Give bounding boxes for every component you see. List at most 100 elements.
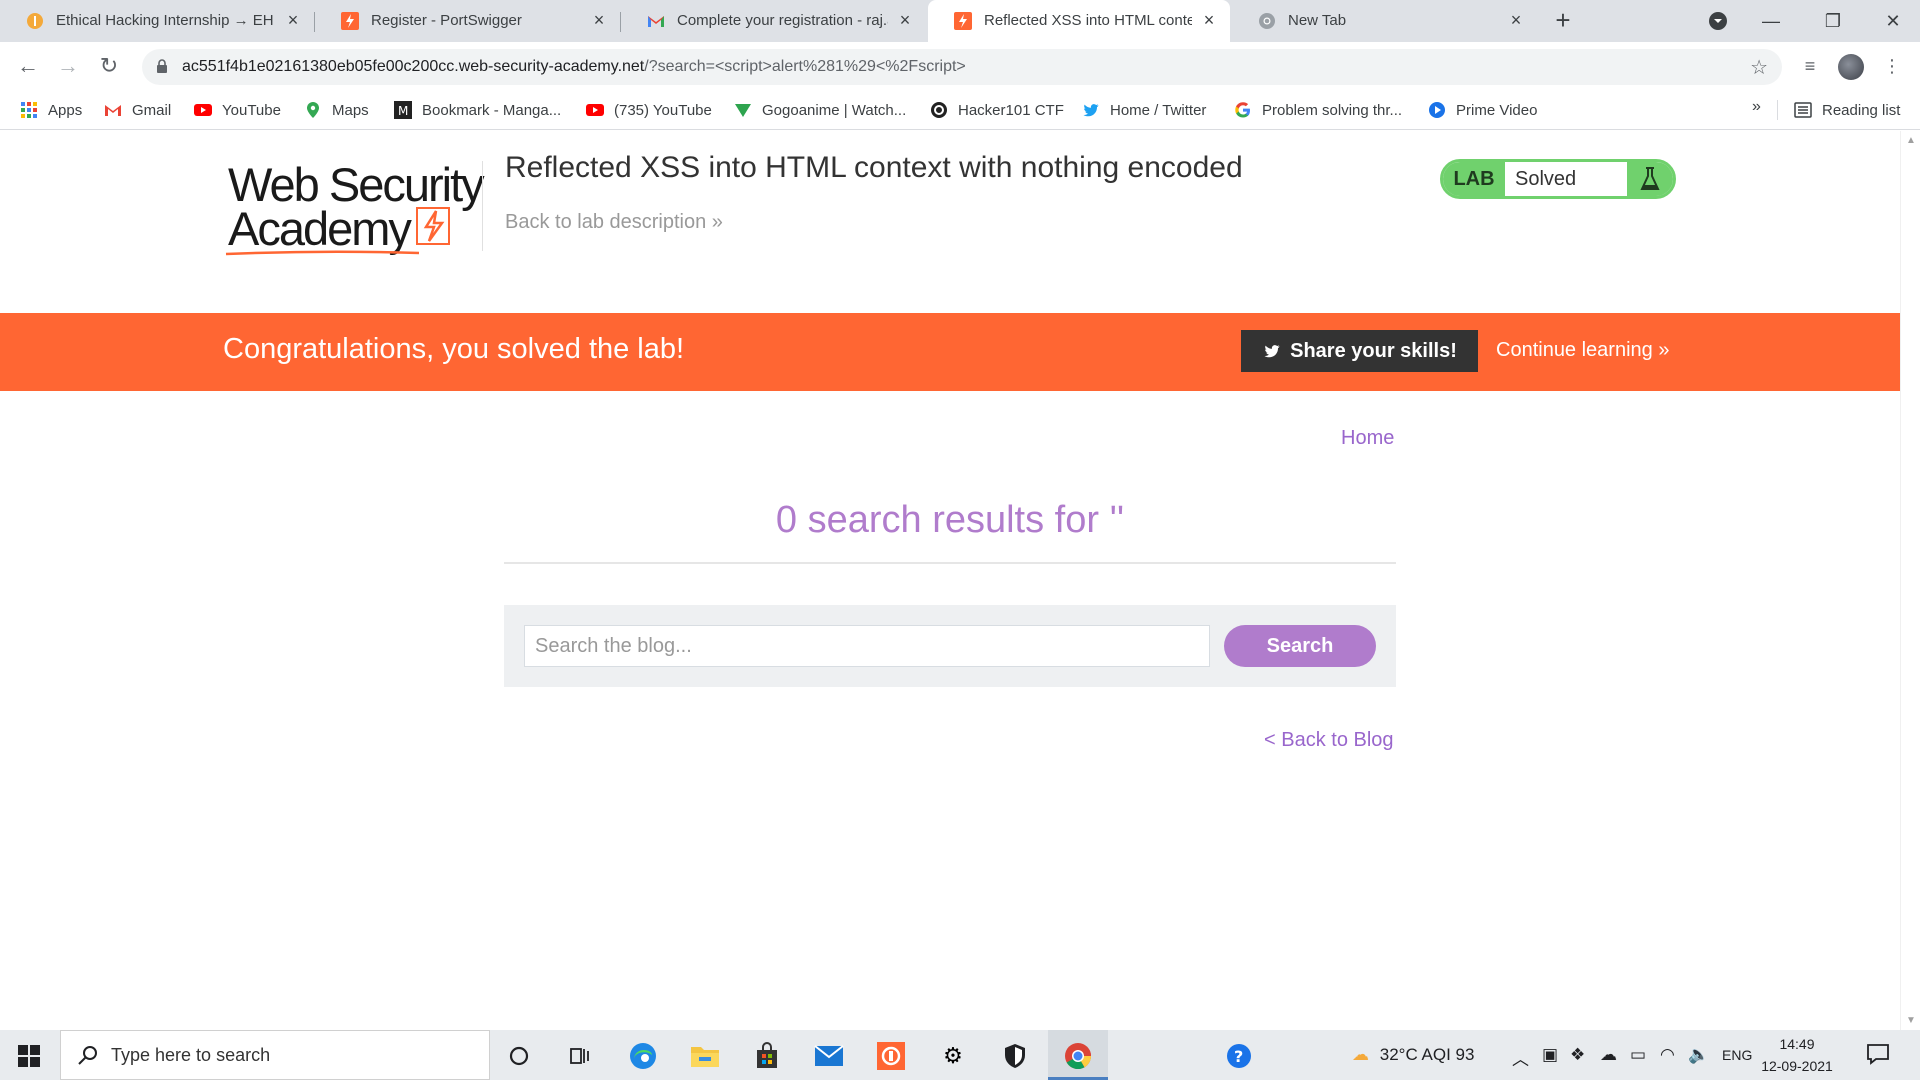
microsoft-store-icon[interactable] bbox=[750, 1039, 784, 1073]
twitter-icon bbox=[1083, 104, 1099, 117]
manga-icon: M bbox=[394, 101, 412, 119]
scroll-up-arrow-icon[interactable]: ▲ bbox=[1905, 135, 1917, 146]
restore-window-icon[interactable]: ❐ bbox=[1818, 6, 1848, 36]
task-view-icon[interactable] bbox=[563, 1039, 597, 1073]
continue-learning-link[interactable]: Continue learning » bbox=[1496, 339, 1669, 362]
media-queue-icon[interactable]: ≡ bbox=[1796, 52, 1824, 80]
close-window-icon[interactable]: ✕ bbox=[1878, 6, 1908, 36]
system-clock[interactable]: 14:49 12-09-2021 bbox=[1752, 1033, 1842, 1077]
bookmark-label: (735) YouTube bbox=[614, 101, 712, 119]
bookmark-label: Hacker101 CTF bbox=[958, 101, 1064, 119]
action-center-notification-icon[interactable] bbox=[1866, 1043, 1890, 1065]
language-indicator[interactable]: ENG bbox=[1722, 1047, 1752, 1063]
tab-title: Ethical Hacking Internship → EH ... bbox=[56, 12, 276, 29]
bookmark-apps[interactable]: Apps bbox=[20, 100, 82, 120]
bookmark-label: Gogoanime | Watch... bbox=[762, 101, 907, 119]
forward-arrow-icon[interactable]: → bbox=[54, 52, 82, 80]
back-to-lab-description-link[interactable]: Back to lab description » bbox=[505, 211, 723, 234]
bookmark-star-icon[interactable]: ☆ bbox=[1750, 55, 1768, 80]
clock-date: 12-09-2021 bbox=[1761, 1058, 1833, 1074]
bookmark-label: Gmail bbox=[132, 101, 172, 119]
search-input[interactable] bbox=[524, 625, 1210, 667]
bookmark-prime-video[interactable]: Prime Video bbox=[1428, 100, 1537, 120]
page-scrollbar[interactable]: ▲ ▼ bbox=[1900, 131, 1920, 1030]
onedrive-cloud-icon[interactable]: ☁ bbox=[1600, 1045, 1617, 1065]
reading-list-button[interactable]: Reading list bbox=[1794, 100, 1900, 120]
edge-browser-icon[interactable] bbox=[626, 1039, 660, 1073]
reload-icon[interactable]: ↻ bbox=[95, 52, 123, 80]
browser-tab-strip: Ethical Hacking Internship → EH ... × Re… bbox=[0, 0, 1920, 42]
home-link[interactable]: Home bbox=[1341, 427, 1394, 450]
lightning-bolt-icon bbox=[416, 207, 450, 245]
svg-text:M: M bbox=[398, 104, 408, 118]
bookmark-twitter[interactable]: Home / Twitter bbox=[1082, 100, 1206, 120]
share-your-skills-button[interactable]: Share your skills! bbox=[1241, 330, 1478, 372]
tab-ethical-hacking[interactable]: Ethical Hacking Internship → EH ... × bbox=[0, 0, 314, 42]
chrome-menu-kebab-icon[interactable]: ⋮ bbox=[1878, 52, 1906, 80]
cortana-circle-icon[interactable] bbox=[502, 1039, 536, 1073]
bookmark-label: Home / Twitter bbox=[1110, 101, 1207, 119]
battery-icon[interactable]: ▭ bbox=[1630, 1045, 1646, 1065]
bookmark-label: Maps bbox=[332, 101, 369, 119]
blog-search-form: Search bbox=[504, 605, 1396, 687]
scroll-down-arrow-icon[interactable]: ▼ bbox=[1905, 1015, 1917, 1026]
flask-icon bbox=[1640, 167, 1660, 190]
internship-favicon-icon bbox=[27, 13, 43, 29]
tab-register-portswigger[interactable]: Register - PortSwigger × bbox=[315, 0, 620, 42]
tray-overflow-chevron-icon[interactable]: ︿ bbox=[1512, 1045, 1529, 1070]
wifi-icon[interactable]: ◠ bbox=[1660, 1045, 1675, 1065]
congratulations-banner: Congratulations, you solved the lab! Sha… bbox=[0, 313, 1900, 391]
burp-suite-icon[interactable] bbox=[874, 1039, 908, 1073]
youtube-icon bbox=[586, 104, 604, 116]
search-button[interactable]: Search bbox=[1224, 625, 1376, 667]
volume-speaker-icon[interactable]: 🔈 bbox=[1688, 1045, 1709, 1065]
settings-gear-icon[interactable]: ⚙ bbox=[936, 1039, 970, 1073]
address-bar[interactable]: ac551f4b1e02161380eb05fe00c200cc.web-sec… bbox=[142, 49, 1782, 85]
weather-widget[interactable]: ☁ 32°C AQI 93 bbox=[1352, 1045, 1474, 1065]
tab-close-icon[interactable]: × bbox=[896, 11, 914, 29]
bookmark-maps[interactable]: Maps bbox=[304, 100, 369, 120]
taskbar-search-placeholder: Type here to search bbox=[111, 1045, 271, 1065]
tab-search-chevron-icon[interactable] bbox=[1703, 6, 1733, 36]
tab-close-icon[interactable]: × bbox=[590, 11, 608, 29]
chrome-browser-icon[interactable] bbox=[1061, 1039, 1095, 1073]
web-security-academy-logo[interactable]: Web Security Academy bbox=[224, 157, 485, 257]
tab-title: Register - PortSwigger bbox=[371, 12, 522, 29]
security-shield-icon[interactable] bbox=[998, 1039, 1032, 1073]
bookmark-youtube-735[interactable]: (735) YouTube bbox=[586, 100, 712, 120]
windows-start-icon[interactable] bbox=[18, 1045, 40, 1067]
tab-complete-registration[interactable]: Complete your registration - raj.a... × bbox=[621, 0, 926, 42]
lock-icon bbox=[157, 59, 167, 73]
banner-message: Congratulations, you solved the lab! bbox=[223, 333, 685, 365]
mail-envelope-icon[interactable] bbox=[812, 1039, 846, 1073]
tab-close-icon[interactable]: × bbox=[284, 11, 302, 29]
weather-text: 32°C AQI 93 bbox=[1379, 1045, 1475, 1064]
dropbox-icon[interactable]: ❖ bbox=[1570, 1045, 1585, 1065]
help-question-icon[interactable]: ? bbox=[1222, 1039, 1256, 1073]
tab-title: Reflected XSS into HTML context bbox=[984, 12, 1192, 29]
bookmark-gogoanime[interactable]: Gogoanime | Watch... bbox=[734, 100, 906, 120]
url-host: ac551f4b1e02161380eb05fe00c200cc.web-sec… bbox=[182, 58, 645, 75]
bookmark-problem-solving[interactable]: Problem solving thr... bbox=[1234, 100, 1402, 120]
weather-sun-cloud-icon: ☁ bbox=[1352, 1045, 1369, 1064]
file-explorer-icon[interactable] bbox=[688, 1039, 722, 1073]
back-to-blog-link[interactable]: < Back to Blog bbox=[1264, 729, 1394, 752]
tab-reflected-xss-active[interactable]: Reflected XSS into HTML context × bbox=[928, 0, 1230, 42]
tab-close-icon[interactable]: × bbox=[1200, 11, 1218, 29]
bookmarks-bar: Apps Gmail YouTube Maps M Bookmark - Man… bbox=[0, 90, 1920, 130]
search-results-heading: 0 search results for '' bbox=[775, 499, 1125, 541]
bookmark-hacker101[interactable]: Hacker101 CTF bbox=[930, 100, 1064, 120]
back-arrow-icon[interactable]: ← bbox=[14, 52, 42, 80]
new-tab-plus-icon[interactable]: + bbox=[1550, 7, 1576, 34]
bookmark-manga[interactable]: M Bookmark - Manga... bbox=[394, 100, 561, 120]
bookmarks-overflow-chevron-icon[interactable]: » bbox=[1752, 98, 1761, 116]
meet-now-icon[interactable]: ▣ bbox=[1542, 1045, 1558, 1065]
bookmark-gmail[interactable]: Gmail bbox=[104, 100, 171, 120]
tab-new-tab[interactable]: New Tab × bbox=[1232, 0, 1537, 42]
back-to-lab-description-label: Back to lab description bbox=[505, 211, 707, 233]
taskbar-search-box[interactable]: Type here to search bbox=[60, 1030, 490, 1080]
profile-avatar[interactable] bbox=[1838, 54, 1864, 80]
tab-close-icon[interactable]: × bbox=[1507, 11, 1525, 29]
minimize-window-icon[interactable]: — bbox=[1756, 6, 1786, 36]
bookmark-youtube[interactable]: YouTube bbox=[194, 100, 281, 120]
